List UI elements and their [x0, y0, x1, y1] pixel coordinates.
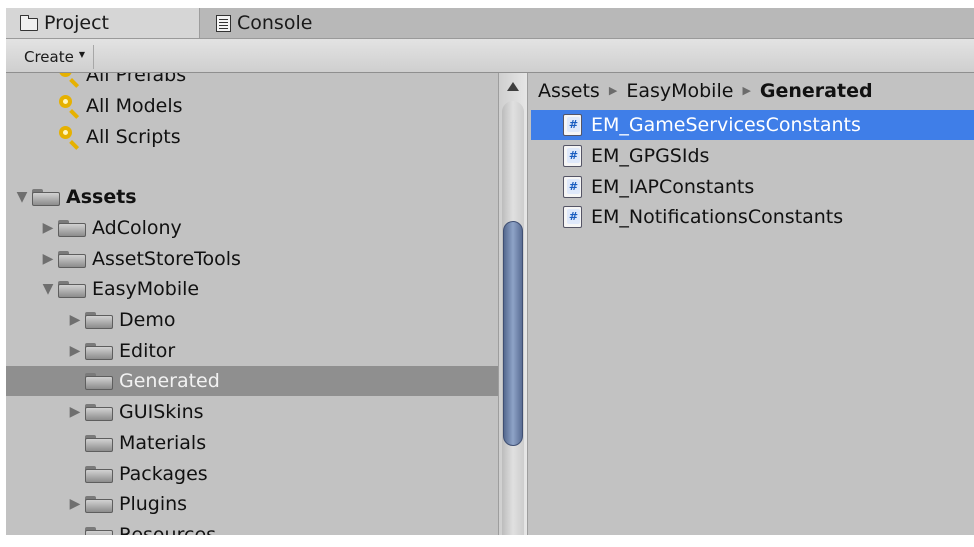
file-item-em-notificationsconstants[interactable]: EM_NotificationsConstants	[531, 202, 974, 232]
folder-icon	[85, 311, 113, 329]
tree-item-packages[interactable]: ▶ Packages	[6, 459, 498, 489]
favorite-item-all-models[interactable]: All Models	[6, 91, 498, 121]
create-dropdown-button[interactable]: Create ▼	[16, 45, 94, 69]
tree-scrollbar[interactable]	[498, 73, 527, 547]
breadcrumb-easymobile[interactable]: EasyMobile	[626, 80, 733, 102]
tab-project-label: Project	[44, 12, 110, 34]
bottom-margin	[0, 535, 974, 547]
file-item-em-gpgsids[interactable]: EM_GPGSIds	[531, 141, 974, 171]
project-toolbar: Create ▼	[6, 39, 974, 73]
expand-arrow-icon[interactable]: ▼	[14, 189, 30, 205]
favorite-label: All Scripts	[86, 126, 181, 148]
expand-arrow-icon[interactable]: ▶	[40, 220, 56, 236]
tab-console-label: Console	[237, 12, 313, 34]
file-item-em-iapconstants[interactable]: EM_IAPConstants	[531, 172, 974, 202]
tree-item-assetstoretools[interactable]: ▶ AssetStoreTools	[6, 244, 498, 274]
breadcrumb-generated[interactable]: Generated	[760, 80, 873, 102]
folder-icon	[20, 14, 38, 31]
search-icon	[58, 125, 82, 149]
create-label: Create	[24, 48, 74, 66]
tree-item-assets[interactable]: ▼ Assets	[6, 182, 498, 212]
tree-item-label: Demo	[119, 309, 176, 331]
csharp-script-icon	[563, 114, 582, 136]
csharp-script-icon	[563, 145, 582, 167]
search-icon	[58, 73, 82, 87]
folder-icon	[85, 403, 113, 421]
breadcrumb-assets[interactable]: Assets	[538, 80, 600, 102]
tree-item-generated[interactable]: ▶ Generated	[6, 366, 498, 396]
folder-icon	[58, 219, 86, 237]
folder-tree: All Prefabs All Models All Scripts ▼ Ass…	[6, 73, 498, 547]
file-label: EM_NotificationsConstants	[591, 206, 844, 228]
folder-icon	[58, 250, 86, 268]
expand-arrow-icon[interactable]: ▶	[67, 343, 83, 359]
file-label: EM_GameServicesConstants	[591, 114, 861, 136]
tree-item-label: GUISkins	[119, 401, 204, 423]
project-window: Project Console Create ▼ All Prefabs All…	[6, 8, 974, 547]
breadcrumb-separator-icon: ▶	[742, 83, 751, 97]
favorite-label: All Prefabs	[86, 73, 187, 86]
favorite-label: All Models	[86, 95, 183, 117]
folder-icon	[85, 434, 113, 452]
scroll-thumb[interactable]	[503, 221, 523, 446]
favorite-item-all-prefabs[interactable]: All Prefabs	[6, 73, 498, 90]
tree-item-guiskins[interactable]: ▶ GUISkins	[6, 397, 498, 427]
search-icon	[58, 94, 82, 118]
tree-item-label: AssetStoreTools	[92, 248, 241, 270]
tab-console[interactable]: Console	[202, 8, 452, 38]
tab-project[interactable]: Project	[6, 8, 200, 38]
console-icon	[216, 14, 231, 32]
tree-item-label: AdColony	[92, 217, 182, 239]
tree-item-adcolony[interactable]: ▶ AdColony	[6, 213, 498, 243]
breadcrumb-separator-icon: ▶	[608, 83, 618, 97]
scroll-up-arrow-icon[interactable]	[507, 82, 519, 91]
expand-arrow-icon[interactable]: ▼	[40, 281, 56, 297]
tree-item-label: Materials	[119, 432, 207, 454]
csharp-script-icon	[563, 206, 582, 228]
expand-arrow-icon[interactable]: ▶	[67, 496, 83, 512]
tree-item-label: EasyMobile	[92, 278, 200, 300]
tree-item-label: Plugins	[119, 493, 188, 515]
expand-arrow-icon[interactable]: ▶	[67, 312, 83, 328]
tab-bar: Project Console	[6, 8, 974, 39]
file-label: EM_GPGSIds	[591, 145, 710, 167]
tree-item-materials[interactable]: ▶ Materials	[6, 428, 498, 458]
tree-item-label: Packages	[119, 463, 208, 485]
folder-icon	[85, 495, 113, 513]
expand-arrow-icon[interactable]: ▶	[40, 251, 56, 267]
folder-icon	[32, 188, 60, 206]
file-label: EM_IAPConstants	[591, 176, 755, 198]
folder-icon	[85, 465, 113, 483]
expand-arrow-placeholder: ▶	[67, 466, 83, 482]
folder-icon	[58, 280, 86, 298]
tree-item-editor[interactable]: ▶ Editor	[6, 336, 498, 366]
folder-icon	[85, 342, 113, 360]
tree-item-demo[interactable]: ▶ Demo	[6, 305, 498, 335]
tree-item-label: Editor	[119, 340, 176, 362]
breadcrumb: Assets ▶ EasyMobile ▶ Generated	[538, 75, 873, 107]
folder-icon	[85, 372, 113, 390]
dropdown-caret-icon: ▼	[78, 49, 85, 59]
favorite-item-all-scripts[interactable]: All Scripts	[6, 122, 498, 152]
tree-item-easymobile[interactable]: ▼ EasyMobile	[6, 274, 498, 304]
tree-item-label: Generated	[119, 370, 220, 392]
expand-arrow-placeholder: ▶	[67, 373, 83, 389]
file-item-em-gameservicesconstants[interactable]: EM_GameServicesConstants	[531, 110, 974, 140]
expand-arrow-icon[interactable]: ▶	[67, 404, 83, 420]
tree-item-plugins[interactable]: ▶ Plugins	[6, 489, 498, 519]
expand-arrow-placeholder: ▶	[67, 435, 83, 451]
asset-list-panel: Assets ▶ EasyMobile ▶ Generated EM_GameS…	[527, 73, 974, 547]
csharp-script-icon	[563, 176, 582, 198]
tree-item-label: Assets	[66, 186, 137, 208]
